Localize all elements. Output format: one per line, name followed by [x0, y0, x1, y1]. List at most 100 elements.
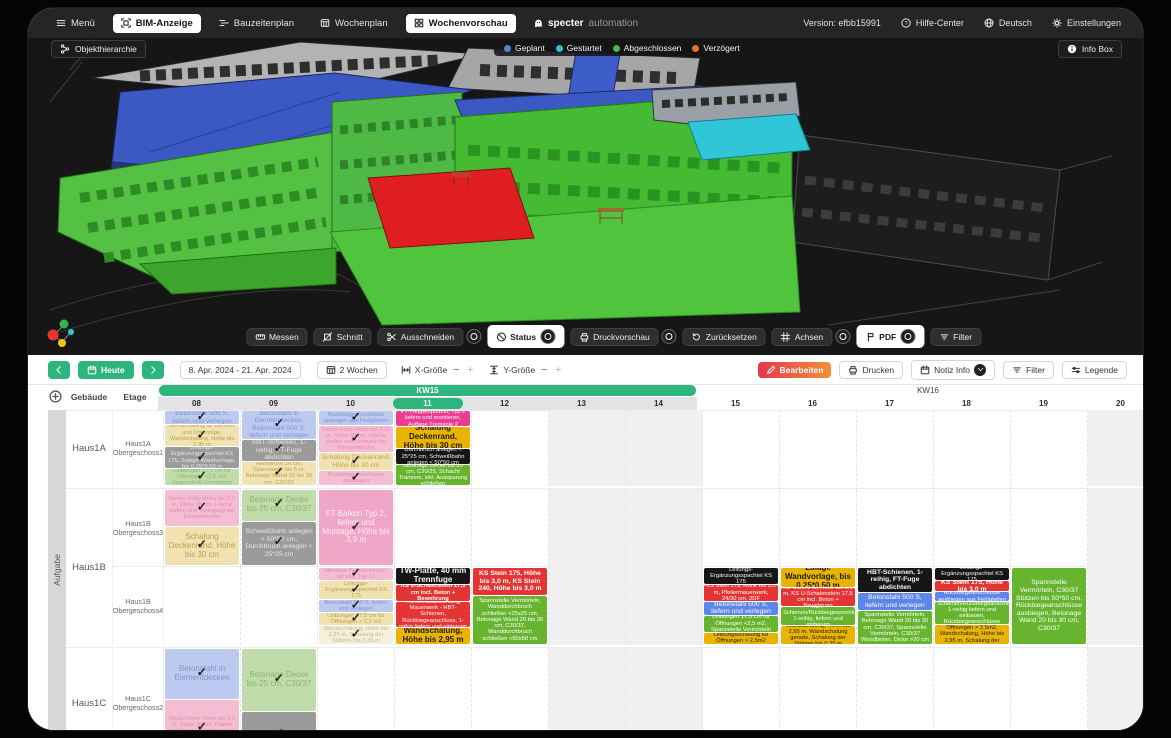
- task-item[interactable]: Leibungsschalung für Öffnungen > 2,5m2: [704, 633, 778, 644]
- task-item[interactable]: HBT-Schienen, 1-reihig, FT-Fuge abdichte…: [242, 440, 316, 461]
- weeks-select[interactable]: 2 Wochen: [317, 361, 387, 379]
- task-item[interactable]: Betonstahl 500 S, liefern und verlegen: [704, 602, 778, 615]
- day-header-14[interactable]: 14: [620, 397, 697, 410]
- day-header-17[interactable]: 17: [851, 397, 928, 410]
- task-item[interactable]: Betonage Decke bis 25 cm, C30/37✓: [242, 649, 316, 711]
- task-item[interactable]: Zulage Wandvorlage, bis 0,25*0,50 m: [781, 568, 855, 587]
- task-item[interactable]: Decke lichte Höhe bis 2,70 m, Dicke 30 c…: [319, 426, 393, 452]
- day-header-16[interactable]: 16: [774, 397, 851, 410]
- task-item[interactable]: Montage Fensterzargen, gerade, Typ 13✓: [319, 568, 393, 580]
- task-item[interactable]: Rückbiegeanschlüsse ausbiegen aus Fertig…: [935, 592, 1009, 601]
- task-item[interactable]: Rückbiegeanschlüsse auslegen aus Fertigt…: [319, 411, 393, 425]
- y-size-minus-button[interactable]: −: [539, 364, 549, 376]
- task-item[interactable]: Betonstahl 500 S, liefern und verlegen✓: [319, 600, 393, 612]
- task-item[interactable]: KS Stein 175, Höhe bis 3,0 m: [935, 581, 1009, 591]
- task-item[interactable]: KS Stein 175, Höhe bis 3,0 m, KS Stein 2…: [473, 568, 547, 595]
- task-item[interactable]: FT Balkon Typ 2, liefern und Montage, Hö…: [319, 490, 393, 565]
- task-item[interactable]: FT-Treppenpodest, Typ 2 liefern und mont…: [396, 411, 470, 426]
- task-item[interactable]: TW-Platte, 40 mm Trennfuge: [396, 568, 470, 584]
- task-item[interactable]: Decke lichte Höhe bis 2,7 m, Dicke 30 cm…: [165, 700, 239, 730]
- task-item[interactable]: Leibungen 17,5 cm für Öffnungen <2,5 m2,…: [704, 616, 778, 632]
- task-item[interactable]: Betonage Decke bis 25 cm, C30/37✓: [242, 490, 316, 521]
- task-item[interactable]: HBT-Schienen/Rückbiegeanschluss, 1-reihi…: [781, 607, 855, 625]
- tool-status-badge[interactable]: [540, 329, 555, 344]
- objekthierarchie-button[interactable]: Objekthierarchie: [51, 40, 146, 58]
- task-item[interactable]: KS Stein 240, Höhe bis 3,0 m, KS U-Schal…: [781, 588, 855, 606]
- task-item[interactable]: Betonstahl 500 S, liefern und verlegen✓: [165, 411, 239, 424]
- day-header-18[interactable]: 18: [928, 397, 1005, 410]
- task-item[interactable]: Betonstahl 500 S, liefern und verlegen: [858, 593, 932, 610]
- task-item[interactable]: KS Stein 175, Höhe bis 3,0 m, Pfeilermau…: [704, 585, 778, 601]
- task-item[interactable]: Decke lichte Höhe bis 2,7 m, Dicke 30 cm…: [165, 490, 239, 526]
- task-item[interactable]: Spannstelle Vermörteln, Wanddurchbruch s…: [473, 596, 547, 644]
- day-header-12[interactable]: 12: [466, 397, 543, 410]
- nav-item-menu[interactable]: Menü: [48, 14, 103, 33]
- x-size-plus-button[interactable]: +: [465, 364, 475, 376]
- tool-druckvorschau-badge[interactable]: [662, 329, 677, 344]
- info-box-button[interactable]: Info Box: [1058, 40, 1122, 58]
- task-item[interactable]: Betonage Decke bis 20 cm, C20/25, Schach…: [396, 465, 470, 485]
- task-item[interactable]: Wandschalung, Höhe bis 2,95 m, Schalung …: [319, 626, 393, 644]
- day-header-19[interactable]: 19: [1005, 397, 1082, 410]
- day-header-11[interactable]: 11: [389, 397, 466, 410]
- task-item[interactable]: Leibungen 17,5 cm für Öffnungen <2,5 m2,…: [165, 469, 239, 485]
- note-info-expand-badge[interactable]: [974, 364, 986, 376]
- task-item[interactable]: Wandschalung, Höhe bis 2,95 m, Wandschal…: [781, 626, 855, 644]
- task-item[interactable]: Leibungsschalung für Öffnungen > 2,5m2, …: [935, 625, 1009, 644]
- nav-item-wochenplan[interactable]: Wochenplan: [312, 14, 396, 33]
- task-item[interactable]: ✓: [242, 712, 316, 730]
- nav-item-einstellungen[interactable]: Einstellungen: [1050, 16, 1123, 30]
- tool-zuruecksetzen-button[interactable]: Zurücksetzen: [683, 328, 766, 346]
- next-week-button[interactable]: [142, 361, 164, 379]
- task-item[interactable]: HBT-Schienen, 1-reihig, FT-Fuge abdichte…: [858, 568, 932, 592]
- note-info-button[interactable]: Notiz Info: [911, 360, 995, 380]
- tool-messen-button[interactable]: Messen: [246, 328, 308, 346]
- nav-item-language[interactable]: Deutsch: [982, 16, 1034, 30]
- tool-druckvorschau-button[interactable]: Druckvorschau: [570, 328, 659, 346]
- x-size-minus-button[interactable]: −: [451, 364, 461, 376]
- task-item[interactable]: Durchbruch anlegen < 25*25 cm, Schweißba…: [396, 449, 470, 464]
- tool-pdf-badge[interactable]: [900, 329, 915, 344]
- task-item[interactable]: Schalung Deckenrand, Höhe bis 30 cm: [396, 427, 470, 448]
- day-header-13[interactable]: 13: [543, 397, 620, 410]
- day-header-15[interactable]: 15: [697, 397, 774, 410]
- task-item[interactable]: Leibungen 17,5 cm für Öffnungen > 2,5 m2…: [319, 613, 393, 625]
- tool-status-button[interactable]: Status: [487, 325, 564, 348]
- task-item[interactable]: Leitungs-Ergänzungsspachtel KS 175: [935, 568, 1009, 580]
- task-item[interactable]: Leitungs-Ergänzungsspachtel KS 175: [704, 568, 778, 584]
- task-item[interactable]: Spannstelle Vermörteln, Betonage Wand 20…: [858, 611, 932, 644]
- add-row-button[interactable]: [49, 390, 62, 403]
- task-item[interactable]: Betonstahl in Elementdecken✓: [165, 649, 239, 699]
- bim-viewport[interactable]: Objekthierarchie GeplantGestartetAbgesch…: [28, 38, 1143, 355]
- nav-item-hilfe-center[interactable]: ?Hilfe-Center: [899, 16, 966, 30]
- day-header-20[interactable]: 20: [1082, 397, 1143, 410]
- task-item[interactable]: Lehrschalung für Decken und Unterzüge, W…: [165, 425, 239, 446]
- task-item[interactable]: KS U-Schalenstein 17,5 cm incl. Beton + …: [396, 585, 470, 601]
- date-range-display[interactable]: 8. Apr. 2024 - 21. Apr. 2024: [180, 361, 301, 379]
- task-item[interactable]: Spannstelle Vermörteln, C30/37 Stützen b…: [1012, 568, 1086, 644]
- task-item[interactable]: Hohldecke 20 cm, Spannweite bis 5 m, Bet…: [242, 462, 316, 485]
- task-item[interactable]: Schalung Deckenrand, Höhe bis 30 cm✓: [165, 527, 239, 565]
- tool-ausschneiden-button[interactable]: Ausschneiden: [378, 328, 463, 346]
- task-item[interactable]: Horizontalabdichtung Mauerwerk - HBT-Sch…: [396, 602, 470, 628]
- day-header-09[interactable]: 09: [235, 397, 312, 410]
- prev-week-button[interactable]: [48, 361, 70, 379]
- task-item[interactable]: Betonstahl in Elementdecken, Betonstahl …: [242, 411, 316, 439]
- task-item[interactable]: Leitungs-Ergänzungsspachtel KS 175✓: [319, 581, 393, 599]
- task-item[interactable]: Wandschalung, Höhe bis 2,95 m: [396, 628, 470, 644]
- filter-button[interactable]: Filter: [1003, 361, 1054, 379]
- task-item[interactable]: Schweißbahn anlegen < 50*50 cm, Durchbru…: [242, 522, 316, 565]
- tool-achsen-badge[interactable]: [835, 329, 850, 344]
- day-header-10[interactable]: 10: [312, 397, 389, 410]
- tool-schnitt-button[interactable]: Schnitt: [314, 328, 372, 346]
- edit-button[interactable]: Bearbeiten: [758, 362, 832, 378]
- day-header-08[interactable]: 08: [158, 397, 235, 410]
- print-button[interactable]: Drucken: [839, 361, 903, 379]
- legend-button[interactable]: Legende: [1062, 361, 1127, 379]
- nav-item-bim-anzeige[interactable]: BIM-Anzeige: [113, 14, 201, 33]
- tool-filter-button[interactable]: Filter: [930, 328, 981, 346]
- nav-item-bauzeitenplan[interactable]: Bauzeitenplan: [211, 14, 302, 33]
- tool-pdf-button[interactable]: PDF: [856, 325, 924, 348]
- task-item[interactable]: HBT-Schienen/Rückbiegeanschluss, 1-reihi…: [935, 602, 1009, 624]
- task-item[interactable]: Schalung Deckenrand, Höhe bis 30 cm✓: [319, 453, 393, 470]
